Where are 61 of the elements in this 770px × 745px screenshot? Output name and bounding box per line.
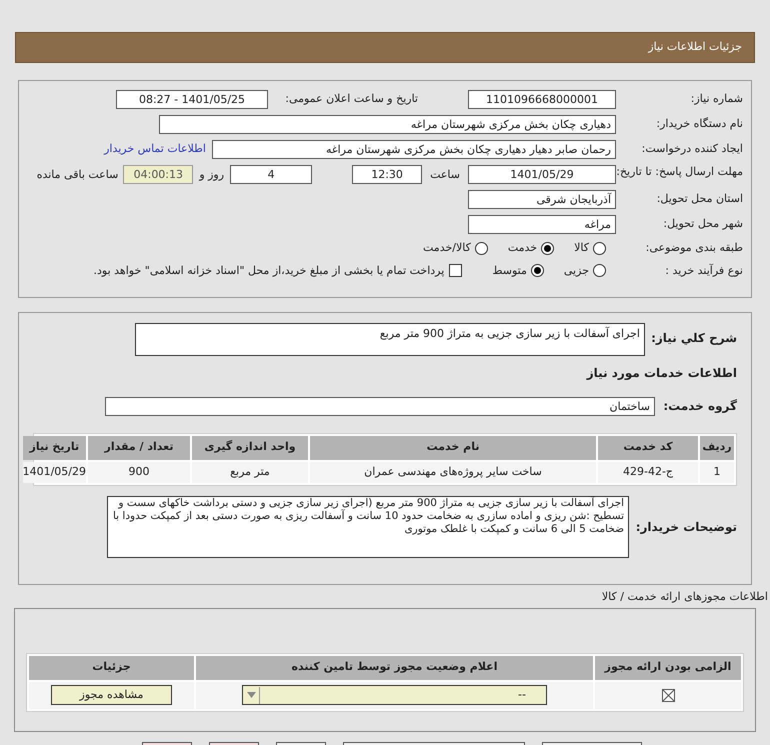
column-header: جزئیات <box>29 656 194 680</box>
column-header: ردیف <box>700 436 734 460</box>
field-label: خدمت <box>508 240 538 256</box>
column-header: نام خدمت <box>310 436 596 460</box>
column-header: اعلام وضعیت مجوز توسط تامین کننده <box>196 656 593 680</box>
buyer-notes-field: اجرای آسفالت با زیر سازی جزیی به متراژ 900 متر مربع (اجرای زیر سازی جزیی و دستی برداشت خاکهای سست و تسطیح :شن ریزی و اماده سازری به ضخامت حدود 10 سانت و آسفالت ریزی به صورت دستی بعد از کمپکت حدودا با ضخامت 5 الی 6 سانت و کمپکت با غلطک موتوری <box>107 496 629 558</box>
field-label: روز و <box>199 167 224 183</box>
field-label: شماره نیاز: <box>690 91 743 108</box>
requester-field: رحمان صابر دهیار دهیاری چکان بخش مرکزی شهرستان مراغه <box>212 140 616 159</box>
field-label: کالا <box>574 240 589 256</box>
field-label: طبقه بندی موضوعی: <box>644 240 743 256</box>
table-cell: ج-42-429 <box>598 462 698 482</box>
radio-button[interactable] <box>541 242 554 255</box>
column-header: تعداد / مقدار <box>88 436 190 460</box>
service-group-field: ساختمان <box>105 396 655 416</box>
field-label: اطلاعات مجوزهای ارائه خدمت / کالا <box>602 590 768 603</box>
radio-button[interactable] <box>474 242 488 255</box>
field-label: نام دستگاه خریدار: <box>655 116 743 132</box>
page-title: جزئیات اطلاعات نیاز <box>648 39 742 56</box>
need-number-field: 1101096668000001 <box>468 90 616 109</box>
table-cell: متر مربع <box>192 462 308 482</box>
table-cell: ساخت سایر پروژه‌های مهندسی عمران <box>310 462 596 482</box>
province-field: آذربایجان شرقی <box>468 190 616 209</box>
radio-button[interactable] <box>593 242 606 255</box>
field-label: اطلاعات خدمات مورد نیاز <box>586 366 737 380</box>
city-field: مراغه <box>468 215 616 234</box>
field-label: نوع فرآیند خرید : <box>664 262 743 279</box>
column-header: الزامی بودن ارائه مجوز <box>595 656 741 680</box>
table-cell: 900 <box>88 462 190 482</box>
field-label: ایجاد کننده درخواست: <box>640 141 743 158</box>
checkbox[interactable] <box>449 264 462 278</box>
announce-date-field: 1401/05/25 - 08:27 <box>116 90 268 109</box>
field-label: مهلت ارسال پاسخ: تا تاریخ: <box>616 165 743 179</box>
field-label: جزیی <box>564 262 589 279</box>
field-label: تاریخ و ساعت اعلان عمومی: <box>284 91 418 108</box>
buyer-field: دهیاری چکان بخش مرکزی شهرستان مراغه <box>159 115 616 134</box>
table-cell: 1 <box>700 462 734 482</box>
field-label: توضیحات خریدار: <box>634 518 737 536</box>
field-label: شرح کلي نياز: <box>650 330 737 347</box>
field-label: ساعت <box>430 167 460 183</box>
view-permit-button[interactable]: مشاهده مجوز <box>51 685 172 705</box>
field-label: استان محل تحویل: <box>656 191 743 208</box>
status-dropdown[interactable]: -- <box>242 685 547 705</box>
radio-button[interactable] <box>530 264 544 278</box>
field-label: ساعت باقی مانده <box>36 167 118 183</box>
field-label: متوسط <box>492 262 527 279</box>
summary-field: اجرای آسفالت با زیر سازی جزیی به متراژ 900 متر مربع <box>135 323 645 356</box>
field-label: پرداخت تمام یا بخشی از مبلغ خرید،از محل "اسناد خزانه اسلامی" خواهد بود. <box>94 262 444 279</box>
deadline-date-field: 1401/05/29 <box>468 165 616 184</box>
days-field: 4 <box>230 165 312 184</box>
deadline-time-field: 12:30 <box>352 165 422 184</box>
radio-button[interactable] <box>593 264 606 278</box>
field-label: شهر محل تحویل: <box>662 216 743 232</box>
remaining-time-field: 04:00:13 <box>123 165 194 184</box>
column-header: واحد اندازه گیری <box>192 436 308 460</box>
buyer-contact-link[interactable]: اطلاعات تماس خریدار <box>104 141 206 158</box>
field-label: گروه خدمت: <box>662 398 737 415</box>
column-header: کد خدمت <box>598 436 698 460</box>
column-header: تاریخ نیاز <box>22 436 86 460</box>
field-label: کالا/خدمت <box>423 240 471 256</box>
table-cell: 1401/05/29 <box>22 462 86 482</box>
